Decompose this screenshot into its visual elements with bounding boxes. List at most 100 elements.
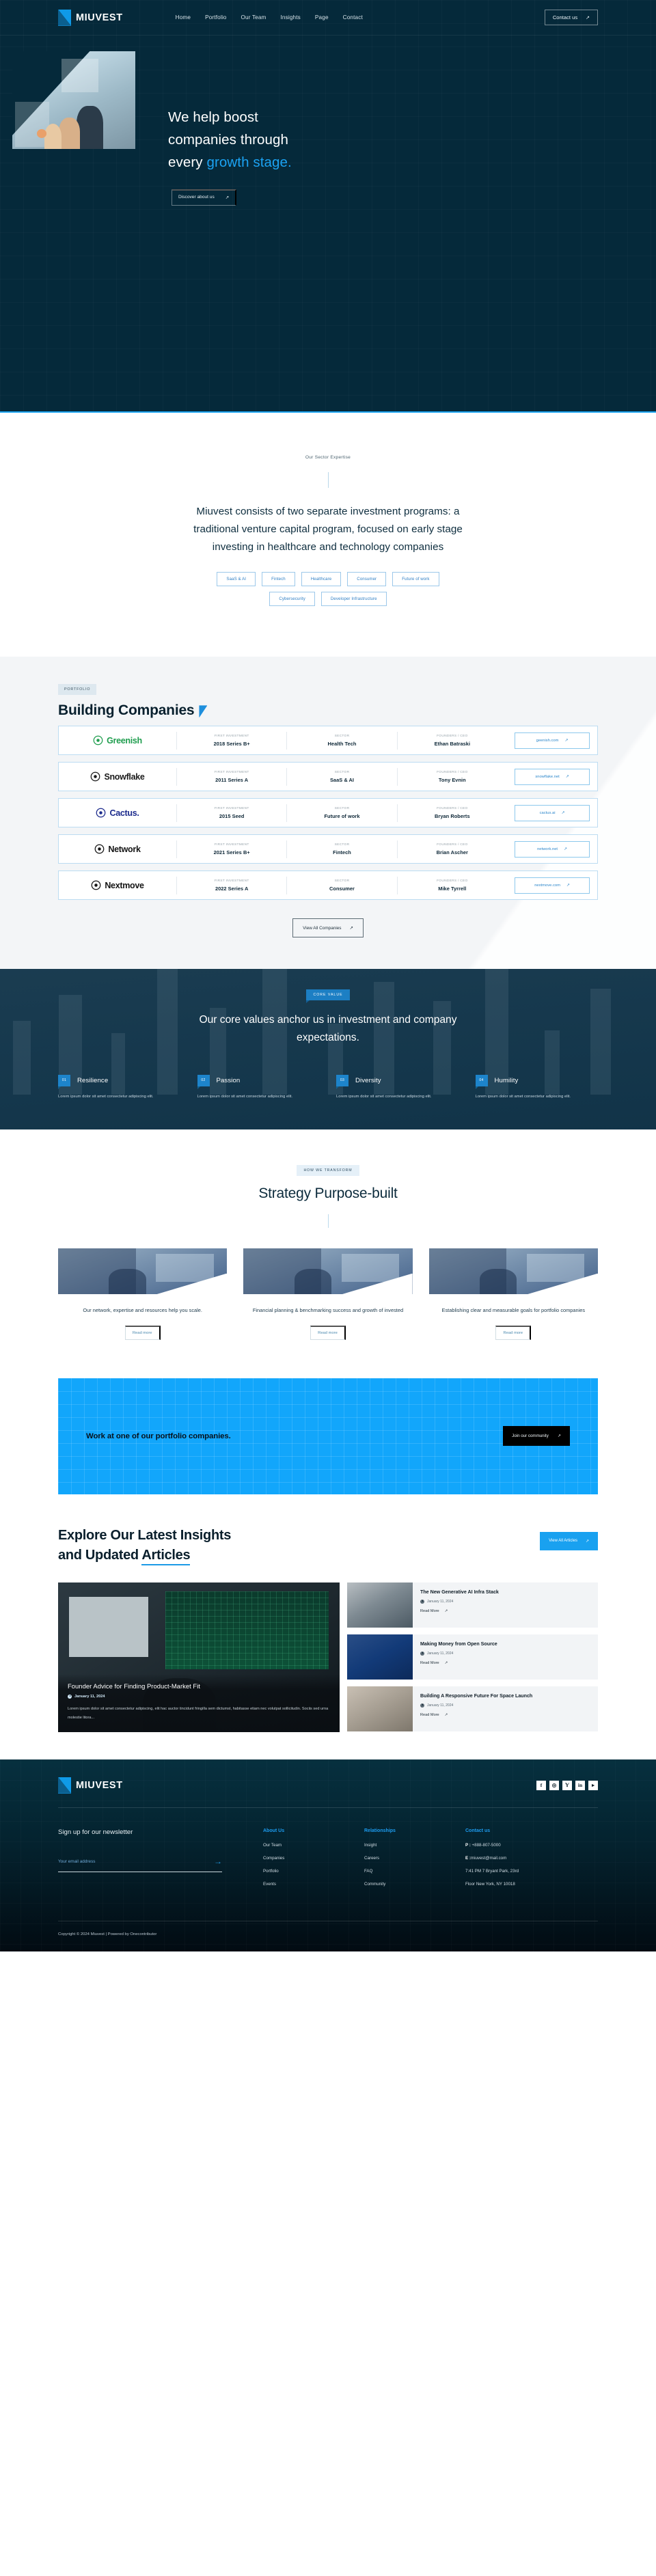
arrow-up-right-icon: ↗ [561,810,565,815]
sector-value: Health Tech [327,740,357,747]
article-thumbnail [347,1634,413,1680]
view-all-companies-button[interactable]: View All Companies ↗ [292,918,364,938]
nav-item-home[interactable]: Home [176,14,191,20]
company-name: Network [108,844,141,854]
footer-link-portfolio[interactable]: Portfolio [263,1869,364,1874]
instagram-icon[interactable]: ◎ [549,1780,559,1790]
core-value-number: 03 [336,1074,348,1089]
list-item[interactable]: The New Generative AI Infra Stack January… [347,1582,598,1628]
chip-fintech[interactable]: Fintech [262,572,295,587]
nav-item-insights[interactable]: Insights [281,14,301,20]
discover-about-us-button[interactable]: Discover about us ↗ [172,189,237,206]
footer-link-companies[interactable]: Companies [263,1856,364,1861]
contact-us-button[interactable]: Contact us ↗ [544,10,598,25]
chip-developer-infrastructure[interactable]: Developer Infrastructure [320,592,387,607]
read-more-link[interactable]: Read More ↗ [420,1661,497,1665]
founders-label: FOUNDERS / CEO [437,770,468,774]
sector-cell: SECTOR Consumer [286,876,396,894]
core-value-name: Diversity [355,1076,381,1084]
newsletter-title: Sign up for our newsletter [58,1828,133,1836]
featured-article-card[interactable]: Founder Advice for Finding Product-Marke… [58,1582,340,1732]
founders-value: Bryan Roberts [435,812,470,819]
page-root: MIUVEST Home Portfolio Our Team Insights… [0,0,656,1951]
company-website-button[interactable]: network.net ↗ [514,840,590,858]
article-date-row: January 11, 2024 [420,1703,532,1708]
footer-email: E :miuvest@mail.com [465,1856,566,1861]
join-community-label: Join our community [512,1434,549,1439]
nav-item-page[interactable]: Page [315,14,329,20]
footer-link-insight[interactable]: Insight [364,1843,465,1848]
company-mark-icon [96,808,106,818]
company-website-button[interactable]: cactus.ai ↗ [514,804,590,821]
youtube-icon[interactable]: ▸ [588,1780,598,1790]
footer-link-community[interactable]: Community [364,1882,465,1887]
read-more-button[interactable]: Read more [495,1325,532,1340]
company-website-label: cactus.ai [539,810,556,815]
arrow-up-right-icon: ↗ [586,15,590,20]
footer-link-faq[interactable]: FAQ [364,1869,465,1874]
read-more-link[interactable]: Read More ↗ [420,1713,532,1717]
site-footer: MIUVEST f ◎ 𝕐 in ▸ Sign up for our newsl… [0,1759,656,1951]
nav-item-contact[interactable]: Contact [343,14,363,20]
table-row: Network FIRST INVESTMENT 2021 Series B+ SEC… [58,834,598,864]
chip-healthcare[interactable]: Healthcare [301,572,342,587]
company-website-button[interactable]: nextmove.com ↗ [514,877,590,894]
sector-expertise-section: Our Sector Expertise Miuvest consists of… [0,413,656,657]
hero-line-2: companies through [168,132,289,148]
footer-phone-value: +888-807-5000 [470,1842,501,1848]
arrow-up-right-icon: ↗ [566,883,570,888]
founders-label: FOUNDERS / CEO [437,734,468,738]
company-name: Greenish [107,735,142,745]
sector-cell: SECTOR Fintech [286,840,396,858]
sector-cell: SECTOR SaaS & AI [286,767,396,786]
read-more-link[interactable]: Read More ↗ [420,1609,499,1613]
twitter-icon[interactable]: 𝕐 [562,1780,572,1790]
footer-brand-logo[interactable]: MIUVEST [58,1777,123,1794]
company-website-button[interactable]: geenish.com ↗ [514,732,590,749]
list-item[interactable]: Building A Responsive Future For Space L… [347,1686,598,1731]
chip-consumer[interactable]: Consumer [347,572,387,587]
founders-cell: FOUNDERS / CEO Tony Evnin [396,767,507,786]
featured-article-title: Founder Advice for Finding Product-Marke… [68,1682,200,1690]
first-investment-value: 2011 Series A [215,776,249,783]
nav-item-our-team[interactable]: Our Team [241,14,266,20]
company-website-label: snowflake.net [535,774,560,779]
chip-cybersecurity[interactable]: Cybersecurity [269,592,315,607]
newsletter-email-input[interactable] [58,1856,214,1867]
company-website-button[interactable]: snowflake.net ↗ [514,768,590,785]
hero-line-3-prefix: every [168,154,207,171]
chip-saas-ai[interactable]: SaaS & AI [217,572,256,587]
newsletter-submit-arrow-icon[interactable]: → [214,1857,222,1865]
read-more-button[interactable]: Read more [124,1325,161,1340]
article-title: Making Money from Open Source [420,1641,497,1647]
core-value-number: 01 [58,1074,70,1089]
core-value-description: Lorem ipsum dolor sit amet consectetur a… [336,1094,432,1099]
read-more-button[interactable]: Read more [310,1325,346,1340]
footer-link-our-team[interactable]: Our Team [263,1843,364,1848]
insights-section: Explore Our Latest Insights and Updated … [0,1513,656,1759]
insights-title-underlined: Articles [141,1547,191,1565]
facebook-icon[interactable]: f [536,1780,546,1790]
read-more-label: Read More [420,1609,439,1614]
article-list: The New Generative AI Infra Stack January… [347,1582,598,1732]
linkedin-icon[interactable]: in [575,1780,585,1790]
view-all-articles-button[interactable]: View All Articles ↗ [540,1531,598,1550]
portfolio-title-text: Building Companies [58,702,195,719]
footer-link-careers[interactable]: Careers [364,1856,465,1861]
footer-heading-about-us: About Us [263,1828,285,1833]
chip-future-of-work[interactable]: Future of work [392,572,439,587]
footer-address-line-1: 7:41 PM 7 Bryant Park, 23rd [465,1868,519,1874]
join-our-community-button[interactable]: Join our community ↗ [503,1426,570,1447]
footer-link-events[interactable]: Events [263,1882,364,1887]
portfolio-tag: PORTFOLIO [58,684,97,696]
arrow-up-right-icon: ↗ [564,847,567,851]
hero-headline: We help boost companies through every gr… [168,106,292,174]
core-value-description: Lorem ipsum dolor sit amet consectetur a… [58,1094,154,1099]
strategy-card-text: Financial planning & benchmarking succes… [252,1307,404,1314]
footer-heading-relationships: Relationships [364,1828,396,1833]
nav-item-portfolio[interactable]: Portfolio [205,14,226,20]
list-item[interactable]: Making Money from Open Source January 11,… [347,1634,598,1680]
clock-icon [420,1600,424,1604]
table-row: Snowflake FIRST INVESTMENT 2011 Series A SE… [58,762,598,792]
brand-logo[interactable]: MIUVEST [58,9,123,26]
